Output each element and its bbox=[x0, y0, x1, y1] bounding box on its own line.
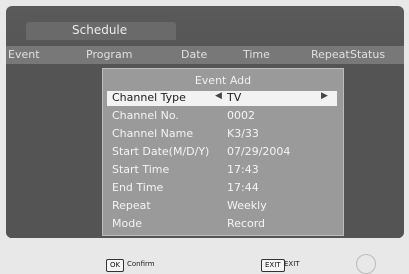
event-add-dialog: Event Add Channel Type ◀ TV ▶ Channel No… bbox=[102, 68, 344, 236]
schedule-table-header: Event Program Date Time Repeat Status bbox=[6, 46, 404, 64]
field-channel-type[interactable]: Channel Type ◀ TV ▶ bbox=[107, 91, 337, 106]
schedule-title-tab: Schedule bbox=[26, 22, 176, 40]
field-start-time[interactable]: Start Time 17:43 bbox=[107, 163, 337, 178]
field-label: Start Date(M/D/Y) bbox=[112, 145, 210, 158]
field-label: Channel Type bbox=[112, 91, 186, 104]
exit-key-hint: EXIT bbox=[284, 260, 300, 268]
field-label: Channel Name bbox=[112, 127, 194, 140]
field-value: 0002 bbox=[227, 109, 255, 122]
header-program: Program bbox=[86, 48, 133, 61]
field-value: TV bbox=[227, 91, 242, 104]
remote-icon bbox=[356, 254, 376, 274]
ok-key-hint: Confirm bbox=[127, 260, 155, 268]
field-label: Mode bbox=[112, 217, 142, 230]
field-value: Weekly bbox=[227, 199, 267, 212]
field-label: Start Time bbox=[112, 163, 170, 176]
field-repeat[interactable]: Repeat Weekly bbox=[107, 199, 337, 214]
field-label: Repeat bbox=[112, 199, 151, 212]
footer-bar bbox=[0, 244, 409, 274]
field-channel-name[interactable]: Channel Name K3/33 bbox=[107, 127, 337, 142]
window-title: Schedule bbox=[72, 23, 128, 37]
left-arrow-icon[interactable]: ◀ bbox=[215, 91, 222, 101]
header-event: Event bbox=[8, 48, 40, 61]
field-mode[interactable]: Mode Record bbox=[107, 217, 337, 232]
right-arrow-icon[interactable]: ▶ bbox=[321, 91, 328, 101]
field-end-time[interactable]: End Time 17:44 bbox=[107, 181, 337, 196]
exit-key-button[interactable]: EXIT bbox=[261, 259, 285, 272]
field-value: 07/29/2004 bbox=[227, 145, 291, 158]
field-label: Channel No. bbox=[112, 109, 179, 122]
header-status: Status bbox=[350, 48, 386, 61]
field-start-date[interactable]: Start Date(M/D/Y) 07/29/2004 bbox=[107, 145, 337, 160]
field-value: K3/33 bbox=[227, 127, 259, 140]
field-channel-no[interactable]: Channel No. 0002 bbox=[107, 109, 337, 124]
header-date: Date bbox=[181, 48, 208, 61]
ok-key-button[interactable]: OK bbox=[106, 259, 125, 272]
dialog-title: Event Add bbox=[194, 74, 252, 87]
field-value: 17:43 bbox=[227, 163, 259, 176]
tv-screen: Schedule Event Program Date Time Repeat … bbox=[6, 6, 404, 238]
field-value: Record bbox=[227, 217, 266, 230]
field-label: End Time bbox=[112, 181, 164, 194]
header-time: Time bbox=[243, 48, 270, 61]
header-repeat: Repeat bbox=[311, 48, 350, 61]
field-value: 17:44 bbox=[227, 181, 259, 194]
